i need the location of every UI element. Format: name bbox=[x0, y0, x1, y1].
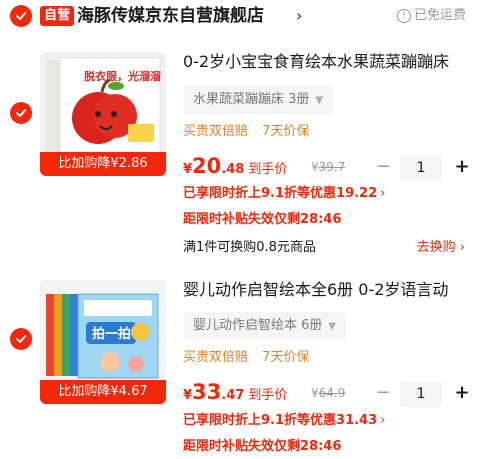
quantity-input[interactable]: 1 bbox=[400, 155, 442, 181]
orig-price-value: 64.9 bbox=[318, 386, 346, 400]
price-row: ¥33.47 到手价 ¥64.9 − 1 + bbox=[183, 380, 473, 408]
spec-selector[interactable]: 婴儿动作启智绘本 6册 ▼ bbox=[183, 312, 347, 340]
price-row: ¥20.48 到手价 ¥39.7 − 1 + bbox=[183, 154, 473, 182]
spec-label: 婴儿动作启智绘本 6册 bbox=[193, 318, 323, 333]
product-title[interactable]: 0-2岁小宝宝食育绘本水果蔬菜蹦蹦床 bbox=[183, 51, 473, 73]
trade-in-link-label: 去换购 bbox=[416, 240, 456, 255]
self-operated-badge: 自营 bbox=[40, 6, 75, 26]
increase-button[interactable]: + bbox=[451, 154, 473, 182]
discount-promo-link[interactable]: 已享限时折上9.1折等优惠19.22 › bbox=[183, 185, 385, 203]
cart-item: 脱衣服，光溜溜 比加购降¥2.86 0-2岁小宝宝食育绘本水果蔬菜蹦蹦床 水果蔬… bbox=[0, 44, 480, 266]
discount-promo-text: 已享限时折上9.1折等优惠19.22 bbox=[183, 186, 378, 201]
price-integer: 20 bbox=[192, 154, 222, 178]
subsidy-countdown: 距限时补贴失效仅剩28:46 bbox=[183, 212, 342, 227]
free-shipping-label: 已免运费 bbox=[413, 8, 466, 23]
orig-price-value: 39.7 bbox=[318, 160, 346, 174]
cover-title: 拍一拍 bbox=[92, 326, 131, 342]
store-select-checkbox[interactable] bbox=[10, 5, 32, 27]
chevron-right-icon: › bbox=[380, 413, 386, 428]
chevron-right-icon[interactable]: › bbox=[296, 4, 302, 28]
chevron-down-icon: ▼ bbox=[315, 95, 324, 106]
orig-currency: ¥ bbox=[311, 160, 319, 174]
check-icon bbox=[16, 109, 26, 117]
service-tag: 买贵双倍赔 bbox=[183, 124, 249, 139]
final-price: ¥33.47 到手价 bbox=[183, 380, 287, 404]
original-price: ¥64.9 bbox=[311, 386, 345, 400]
discount-promo-text: 已享限时折上9.1折等优惠31.43 bbox=[183, 413, 378, 428]
store-name-link[interactable]: 海豚传媒京东自营旗舰店 bbox=[77, 4, 264, 28]
product-title[interactable]: 婴儿动作启智绘本全6册 0-2岁语言动 bbox=[183, 279, 473, 301]
service-tags: 买贵双倍赔 7天价保 bbox=[183, 123, 319, 141]
service-tags: 买贵双倍赔 7天价保 bbox=[183, 349, 319, 367]
spec-selector[interactable]: 水果蔬菜蹦蹦床 3册 ▼ bbox=[183, 86, 334, 114]
quantity-stepper: − 1 + bbox=[373, 154, 473, 182]
trade-in-row: 满1件可换购0.8元商品 去换购 › bbox=[183, 238, 473, 258]
quantity-input[interactable]: 1 bbox=[400, 381, 442, 407]
service-tag: 7天价保 bbox=[262, 124, 310, 139]
chevron-right-icon: › bbox=[459, 240, 465, 255]
service-tag: 买贵双倍赔 bbox=[183, 350, 249, 365]
decrease-button[interactable]: − bbox=[373, 380, 393, 408]
discount-promo-link[interactable]: 已享限时折上9.1折等优惠31.43 › bbox=[183, 412, 385, 430]
orig-currency: ¥ bbox=[311, 386, 319, 400]
original-price: ¥39.7 bbox=[311, 160, 345, 174]
price-integer: 33 bbox=[192, 380, 222, 404]
decrease-button[interactable]: − bbox=[373, 154, 393, 182]
product-thumbnail[interactable]: 拍一拍 比加购降¥4.67 bbox=[40, 280, 166, 404]
quantity-stepper: − 1 + bbox=[373, 380, 473, 408]
chevron-right-icon: › bbox=[380, 186, 386, 201]
cover-title: 脱衣服，光溜溜 bbox=[84, 69, 161, 83]
product-thumbnail[interactable]: 脱衣服，光溜溜 比加购降¥2.86 bbox=[40, 52, 166, 176]
price-decimal: .48 bbox=[221, 162, 245, 177]
increase-button[interactable]: + bbox=[451, 380, 473, 408]
price-tag: 到手价 bbox=[248, 388, 288, 403]
price-decimal: .47 bbox=[221, 388, 245, 403]
check-icon bbox=[16, 335, 26, 343]
price-currency: ¥ bbox=[183, 388, 193, 403]
price-drop-label: 比加购降¥2.86 bbox=[40, 152, 166, 176]
spec-label: 水果蔬菜蹦蹦床 3册 bbox=[193, 92, 310, 107]
trade-in-link[interactable]: 去换购 › bbox=[417, 238, 465, 258]
cart-item: 拍一拍 比加购降¥4.67 婴儿动作启智绘本全6册 0-2岁语言动 婴儿动作启智… bbox=[0, 272, 480, 459]
trade-in-text: 满1件可换购0.8元商品 bbox=[183, 240, 316, 255]
store-header: 自营 海豚传媒京东自营旗舰店 › ! 已免运费 bbox=[0, 0, 480, 32]
subsidy-countdown: 距限时补贴失效仅剩28:46 bbox=[183, 439, 342, 454]
item-select-checkbox[interactable] bbox=[10, 328, 32, 350]
final-price: ¥20.48 到手价 bbox=[183, 154, 287, 178]
price-tag: 到手价 bbox=[248, 162, 288, 177]
check-icon bbox=[16, 12, 26, 20]
free-shipping-status[interactable]: ! 已免运费 bbox=[396, 6, 466, 26]
service-tag: 7天价保 bbox=[262, 350, 310, 365]
price-currency: ¥ bbox=[183, 162, 193, 177]
item-select-checkbox[interactable] bbox=[10, 102, 32, 124]
price-drop-label: 比加购降¥4.67 bbox=[40, 380, 166, 404]
info-icon: ! bbox=[396, 9, 411, 23]
chevron-down-icon: ▼ bbox=[328, 321, 337, 332]
